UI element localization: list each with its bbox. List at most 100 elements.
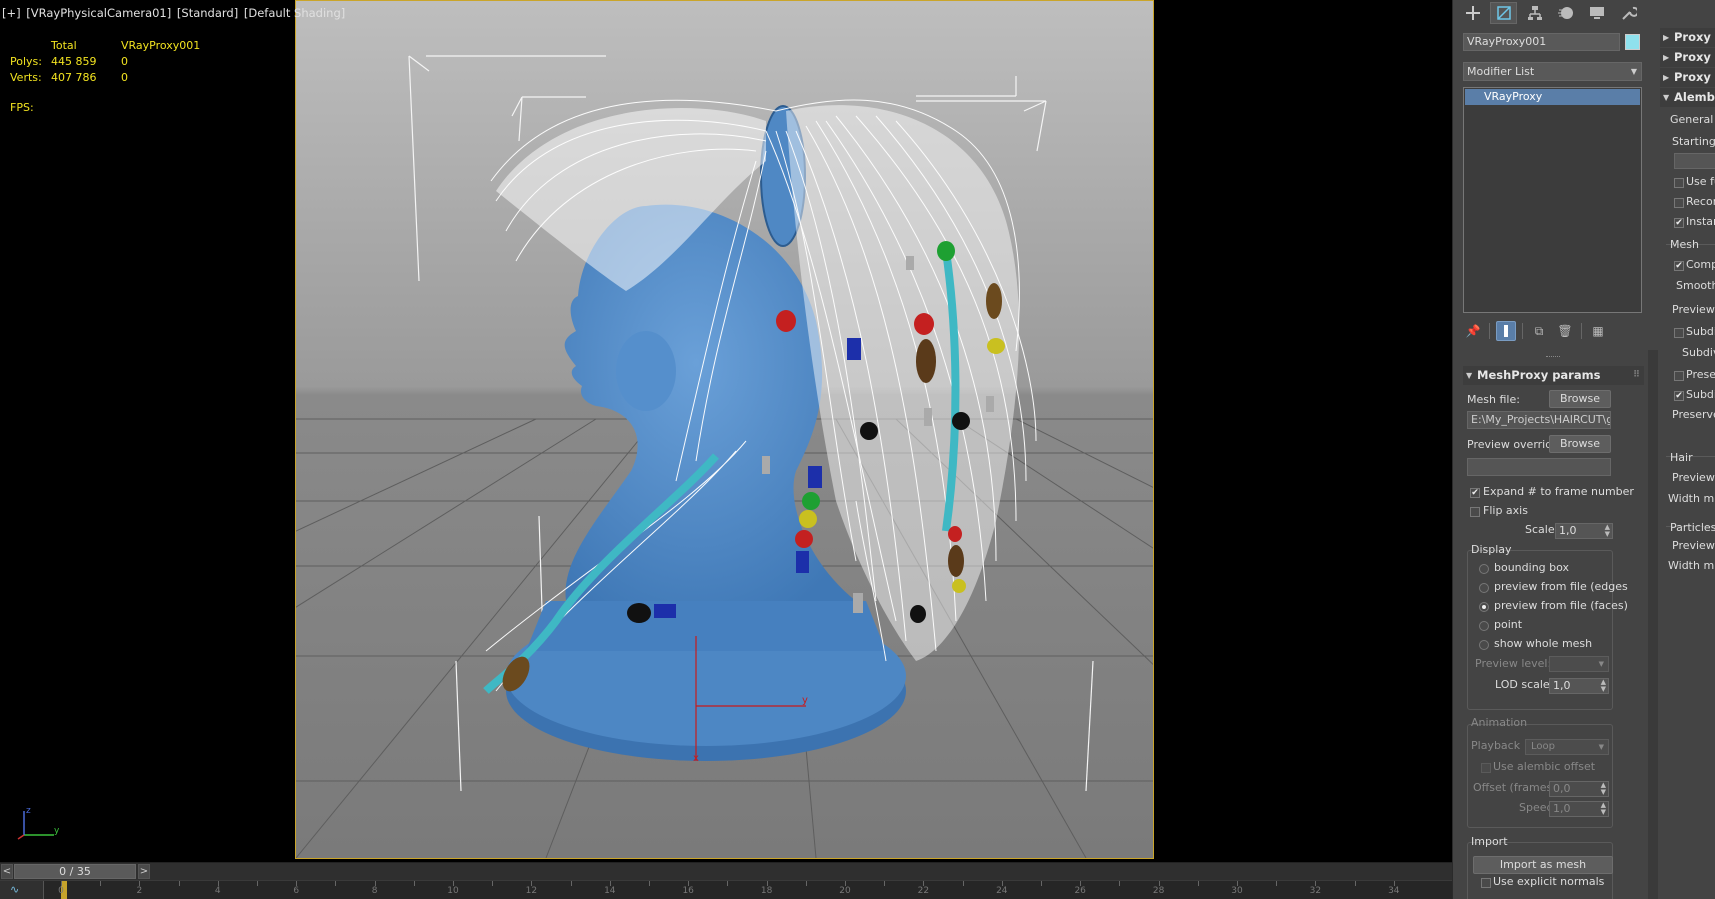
previous-frame-button[interactable]: <: [1, 864, 13, 879]
mesh-file-label: Mesh file:: [1467, 393, 1520, 406]
mesh-file-browse-button[interactable]: Browse: [1549, 390, 1611, 408]
modifier-list-dropdown[interactable]: Modifier List ▼: [1463, 62, 1642, 81]
viewport-shading-menu[interactable]: [Default Shading]: [244, 6, 345, 20]
display-whole-mesh-radio[interactable]: [1479, 640, 1489, 650]
tripod-z-label: z: [26, 806, 31, 816]
import-as-mesh-button[interactable]: Import as mesh: [1473, 856, 1613, 874]
preview-override-browse-button[interactable]: Browse: [1549, 435, 1611, 453]
instancing-checkbox[interactable]: ✔: [1674, 218, 1684, 228]
toolbar-divider: [1581, 323, 1582, 339]
timeline-frame-number: 22: [917, 886, 930, 896]
proxy-pa-rollout-header[interactable]: ▶ Proxy pa: [1660, 68, 1715, 87]
timeline-tick: [1197, 881, 1199, 886]
object-color-swatch[interactable]: [1625, 34, 1640, 50]
recompute-checkbox[interactable]: [1674, 198, 1684, 208]
timeline-frame-number: 6: [293, 886, 300, 896]
modify-tab-icon[interactable]: [1490, 2, 1518, 24]
spinner-arrows-icon[interactable]: ▲ ▼: [1605, 524, 1610, 538]
speed-spinner[interactable]: 1,0 ▲ ▼: [1549, 801, 1609, 817]
expand-frame-checkbox[interactable]: ✔: [1470, 488, 1480, 498]
spinner-arrows-icon[interactable]: ▲ ▼: [1601, 802, 1606, 816]
explicit-normals-checkbox[interactable]: [1481, 878, 1491, 888]
use-full-label: Use full r: [1686, 175, 1715, 188]
timeline-frame-number: 8: [371, 886, 378, 896]
preview-count-label: Preview co: [1672, 303, 1715, 316]
gizmo-y-label: y: [802, 695, 808, 706]
time-slider[interactable]: 0 / 35: [14, 864, 136, 879]
display-bounding-box-label: bounding box: [1494, 561, 1570, 574]
scale-spinner[interactable]: 1,0 ▲ ▼: [1555, 523, 1613, 539]
alembic-rollout-header[interactable]: ▼ Alembic: [1660, 88, 1715, 107]
preview-override-field[interactable]: [1467, 458, 1611, 476]
alembic-title: Alembic: [1674, 90, 1715, 104]
panel-resize-grip[interactable]: [1546, 356, 1560, 359]
scene-render[interactable]: y x: [296, 1, 1153, 858]
playback-dropdown[interactable]: Loop ▼: [1525, 739, 1609, 755]
proxy-m-title: Proxy m: [1674, 30, 1715, 44]
offset-frames-label: Offset (frames): [1473, 781, 1557, 794]
spinner-arrows-icon[interactable]: ▲ ▼: [1601, 782, 1606, 796]
proxy-m-rollout-header[interactable]: ▶ Proxy m: [1660, 28, 1715, 47]
compute-checkbox[interactable]: ✔: [1674, 261, 1684, 271]
lod-scale-spinner[interactable]: 1,0 ▲ ▼: [1549, 678, 1609, 694]
display-preview-faces-radio[interactable]: [1479, 602, 1489, 612]
proxy-ha-rollout-header[interactable]: ▶ Proxy ha: [1660, 48, 1715, 67]
display-point-radio[interactable]: [1479, 621, 1489, 631]
tripod-y-label: y: [54, 826, 60, 836]
display-tab-monitor-icon[interactable]: [1584, 2, 1611, 24]
command-panel-tabs: [1459, 2, 1642, 26]
spinner-arrows-icon[interactable]: ▲ ▼: [1601, 679, 1606, 693]
display-whole-mesh-label: show whole mesh: [1494, 637, 1593, 650]
flip-axis-label: Flip axis: [1483, 504, 1528, 517]
stack-item-vrayproxy[interactable]: VRayProxy: [1465, 89, 1640, 105]
hierarchy-tab-icon[interactable]: [1521, 2, 1548, 24]
display-bounding-box-radio[interactable]: [1479, 564, 1489, 574]
offset-frames-spinner[interactable]: 0,0 ▲ ▼: [1549, 781, 1609, 797]
alembic-offset-checkbox[interactable]: [1481, 763, 1491, 773]
toolbar-divider: [1522, 323, 1523, 339]
timeline-tick: [492, 881, 494, 886]
alembic-offset-label: Use alembic offset: [1493, 760, 1596, 773]
proxy-ha-title: Proxy ha: [1674, 50, 1715, 64]
configure-modifier-sets-icon[interactable]: ▦: [1588, 321, 1608, 341]
create-tab-plus-icon[interactable]: [1459, 2, 1486, 24]
viewport-general-menu[interactable]: [+]: [2, 6, 21, 20]
motion-tab-icon[interactable]: [1553, 2, 1580, 24]
remove-modifier-trash-icon[interactable]: 🗑: [1555, 321, 1575, 341]
timeline-frame-number: 2: [136, 886, 143, 896]
stats-fps-label: FPS:: [10, 101, 34, 114]
animation-group-label: Animation: [1471, 716, 1528, 729]
meshproxy-rollout-header[interactable]: ▼ MeshProxy params ⠿: [1463, 366, 1644, 385]
mesh-file-path-field[interactable]: E:\My_Projects\HAIRCUT\girl_h: [1467, 411, 1611, 429]
modifier-list-label: Modifier List: [1467, 65, 1535, 78]
curve-editor-icon[interactable]: ∿: [0, 881, 44, 899]
subdivide-uv-checkbox[interactable]: ✔: [1674, 391, 1684, 401]
use-full-checkbox[interactable]: [1674, 178, 1684, 188]
modifier-stack[interactable]: VRayProxy: [1463, 87, 1642, 313]
viewport-label-menu[interactable]: [+] [VRayPhysicalCamera01] [Standard] [D…: [2, 6, 347, 20]
display-preview-edges-radio[interactable]: [1479, 583, 1489, 593]
perspective-viewport[interactable]: [+] [VRayPhysicalCamera01] [Standard] [D…: [0, 0, 1452, 862]
subdivide-checkbox[interactable]: [1674, 328, 1684, 338]
make-unique-icon[interactable]: ⧉: [1529, 321, 1549, 341]
preview-level-dropdown[interactable]: ▼: [1549, 656, 1609, 672]
preserve-checkbox[interactable]: [1674, 371, 1684, 381]
chevron-down-icon: ▼: [1598, 743, 1604, 751]
playback-value: Loop: [1531, 741, 1555, 752]
object-name-field[interactable]: VRayProxy001: [1463, 33, 1620, 51]
timeline-area: < 0 / 35 > ∿ 0 2 4 6 8 10 12 14 16 18 20 22 24 26 28 30…: [0, 862, 1452, 899]
flip-axis-checkbox[interactable]: [1470, 507, 1480, 517]
timeline-tick: [1041, 881, 1042, 886]
utilities-tab-wrench-icon[interactable]: [1615, 2, 1642, 24]
panel-scrollbar[interactable]: [1648, 350, 1658, 899]
viewport-render-menu[interactable]: [Standard]: [177, 6, 238, 20]
viewport-camera-menu[interactable]: [VRayPhysicalCamera01]: [26, 6, 171, 20]
starting-object-field[interactable]: [1674, 153, 1715, 169]
next-frame-button[interactable]: >: [138, 864, 150, 879]
collapse-triangle-icon: ▼: [1466, 371, 1473, 380]
playback-label: Playback: [1471, 739, 1521, 752]
show-end-result-icon[interactable]: [1496, 321, 1516, 341]
expand-frame-label: Expand # to frame number: [1483, 485, 1634, 498]
track-bar[interactable]: ∿ 0 2 4 6 8 10 12 14 16 18 20 22 24 26 28 30 32 34: [0, 881, 1452, 899]
pin-stack-icon[interactable]: 📌: [1463, 321, 1483, 341]
